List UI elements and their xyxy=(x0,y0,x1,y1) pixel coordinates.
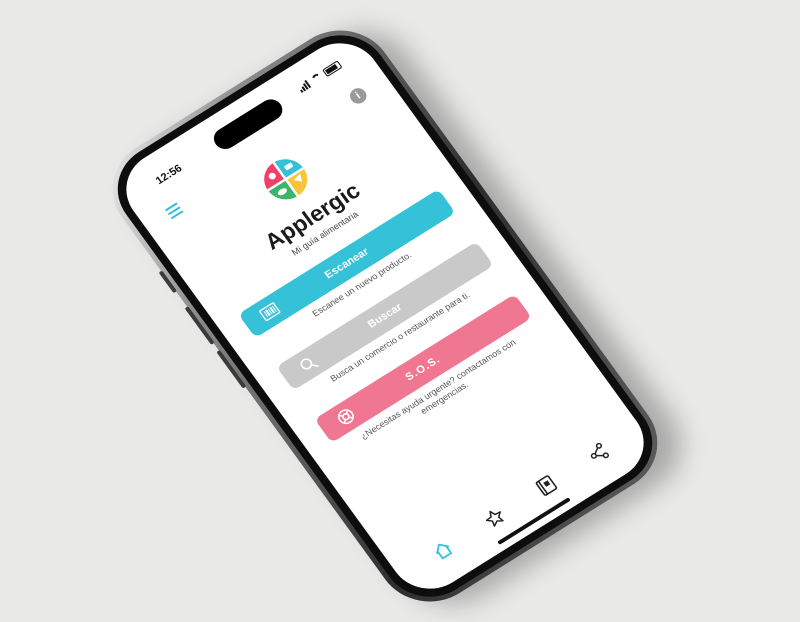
star-icon xyxy=(485,511,504,528)
search-button-label: Buscar xyxy=(365,301,405,331)
battery-icon xyxy=(322,60,343,78)
tab-favorites[interactable] xyxy=(479,504,510,533)
tab-diary[interactable] xyxy=(530,471,561,500)
tab-bar xyxy=(389,412,652,593)
status-time: 12:56 xyxy=(153,162,185,187)
share-icon xyxy=(590,443,609,460)
menu-icon[interactable] xyxy=(164,202,186,221)
sos-button-label: S.O.S. xyxy=(403,353,443,384)
applergic-logo-icon xyxy=(264,159,308,200)
wifi-icon xyxy=(310,72,324,84)
info-icon[interactable]: i xyxy=(346,85,370,107)
diary-icon xyxy=(535,475,557,497)
home-icon xyxy=(435,544,452,560)
barcode-icon xyxy=(259,302,281,322)
tab-home[interactable] xyxy=(427,536,458,565)
search-icon xyxy=(300,358,319,370)
tab-share[interactable] xyxy=(582,439,613,468)
signal-icon xyxy=(297,79,312,93)
lifebuoy-icon xyxy=(337,409,354,425)
status-icons xyxy=(297,60,343,93)
phone-device: 12:56 i Applergic Mi guía alimentaria Es… xyxy=(91,11,679,621)
